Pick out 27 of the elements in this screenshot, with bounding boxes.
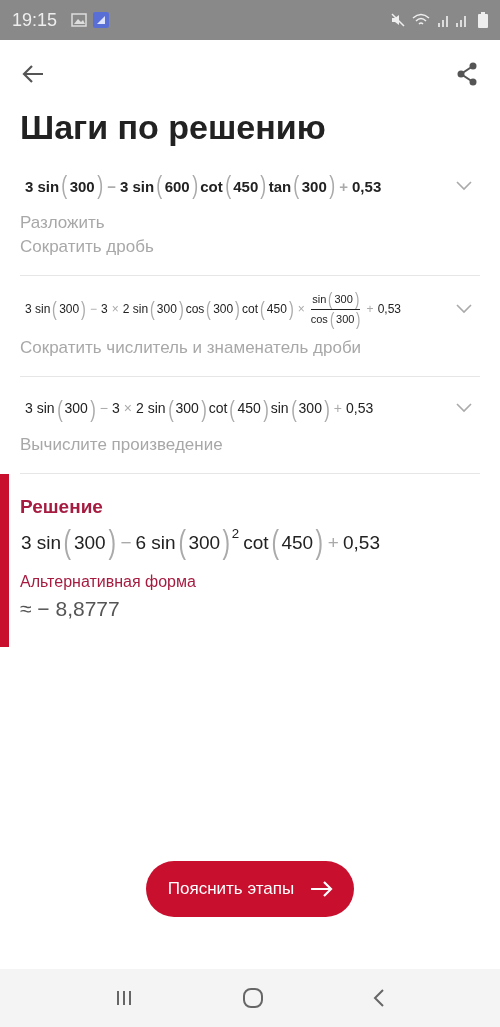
step-hint: Вычислите произведение — [20, 434, 224, 457]
math-expression: 3 sin(300) − 3 × 2 sin(300)cot(450)sin(300) + 0,53 — [24, 396, 375, 421]
arrow-icon — [310, 880, 335, 898]
approximate-value: ≈ − 8,8777 — [20, 596, 121, 621]
recent-apps-icon — [114, 990, 133, 1006]
explain-steps-button[interactable]: Пояснить этапы — [145, 861, 355, 917]
image-icon — [71, 13, 88, 27]
step-hint: Разложить — [20, 212, 106, 234]
chevron-icon — [456, 181, 472, 191]
solution-title: Решение — [20, 496, 104, 519]
step-hint: Сократить числитель и знаменатель дроби — [20, 337, 363, 360]
clock-text: 19:15 — [12, 9, 58, 31]
wifi-icon — [412, 13, 430, 27]
share-icon — [456, 62, 478, 86]
battery-icon — [478, 12, 488, 28]
math-expression: 3 sin(300) − 3 sin(600)cot(450)tan(300) + 0,53 — [24, 173, 383, 199]
alternative-form-label: Альтернативная форма — [20, 572, 197, 591]
home-icon — [242, 987, 264, 1009]
back-arrow-icon — [22, 64, 44, 84]
math-expression: 3 sin(300) − 3 × 2 sin(300)cos(300)cot(450) × sin(300) cos(300) + 0,53 — [24, 290, 402, 329]
page-title: Шаги по решению — [20, 108, 327, 147]
mute-icon — [390, 12, 406, 28]
chevron-icon — [456, 304, 472, 315]
chevron-icon — [456, 403, 472, 414]
step-hint: Сократить дробь — [20, 236, 155, 258]
app-icon — [93, 12, 110, 28]
back-icon — [373, 988, 386, 1008]
